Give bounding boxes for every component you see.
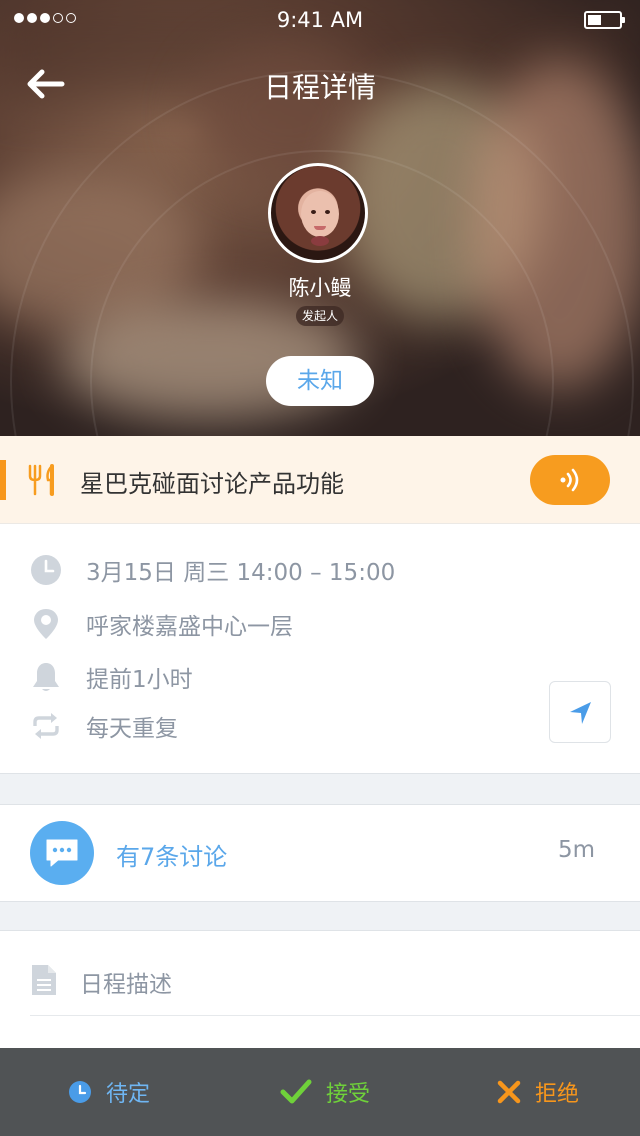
location-text: 呼家楼嘉盛中心一层 bbox=[86, 614, 293, 640]
location-pin-icon bbox=[34, 609, 58, 639]
reminder-row: 提前1小时 bbox=[0, 657, 520, 697]
status-bar: 9:41 AM bbox=[0, 0, 640, 40]
document-icon bbox=[32, 965, 56, 995]
clock-icon bbox=[69, 1081, 91, 1103]
avatar[interactable] bbox=[268, 163, 368, 263]
header-background: 9:41 AM 日程详情 陈小鳗 发起人 未知 bbox=[0, 0, 640, 436]
organizer-name: 陈小鳗 bbox=[288, 276, 352, 300]
attendance-status-button[interactable]: 未知 bbox=[266, 356, 374, 406]
battery-icon bbox=[584, 11, 625, 29]
event-accent bbox=[0, 460, 6, 500]
repeat-row: 每天重复 bbox=[0, 706, 520, 746]
datetime-text: 3月15日 周三 14:00 – 15:00 bbox=[86, 560, 396, 586]
accept-button[interactable]: 接受 bbox=[280, 1048, 370, 1136]
chat-bubble-icon bbox=[46, 839, 78, 867]
sound-wave-icon bbox=[560, 468, 579, 492]
clock-icon bbox=[31, 555, 61, 585]
discussion-time: 5m bbox=[557, 837, 595, 863]
action-bar: 待定 接受 拒绝 bbox=[0, 1048, 640, 1136]
checkmark-icon bbox=[280, 1079, 312, 1104]
pending-label: 待定 bbox=[106, 1082, 151, 1107]
navigation-arrow-icon bbox=[570, 702, 591, 724]
chat-button[interactable] bbox=[30, 821, 94, 885]
pending-button[interactable]: 待定 bbox=[68, 1048, 150, 1136]
location-row[interactable]: 呼家楼嘉盛中心一层 bbox=[0, 604, 520, 644]
reminder-text: 提前1小时 bbox=[86, 667, 193, 693]
voice-button[interactable] bbox=[530, 455, 610, 505]
description-title: 日程描述 bbox=[80, 972, 172, 998]
reject-button[interactable]: 拒绝 bbox=[497, 1048, 579, 1136]
discussion-count[interactable]: 有7条讨论 bbox=[116, 837, 227, 872]
event-title: 星巴克碰面讨论产品功能 bbox=[80, 470, 344, 498]
page-title: 日程详情 bbox=[263, 71, 376, 104]
datetime-row: 3月15日 周三 14:00 – 15:00 bbox=[0, 550, 520, 590]
repeat-text: 每天重复 bbox=[86, 716, 178, 742]
event-details: 3月15日 周三 14:00 – 15:00 呼家楼嘉盛中心一层 提前1小时 每… bbox=[0, 524, 640, 774]
discussion-row[interactable]: 有7条讨论 5m bbox=[0, 804, 640, 902]
bell-icon bbox=[33, 663, 59, 691]
organizer-badge: 发起人 bbox=[296, 306, 344, 326]
event-title-bar: 星巴克碰面讨论产品功能 bbox=[0, 436, 640, 524]
close-icon bbox=[497, 1080, 521, 1104]
fork-knife-icon bbox=[28, 464, 54, 496]
reject-label: 拒绝 bbox=[535, 1082, 580, 1107]
repeat-icon bbox=[33, 713, 59, 739]
accept-label: 接受 bbox=[326, 1082, 371, 1107]
navigate-button[interactable] bbox=[549, 681, 611, 743]
status-time: 9:41 AM bbox=[276, 8, 364, 32]
